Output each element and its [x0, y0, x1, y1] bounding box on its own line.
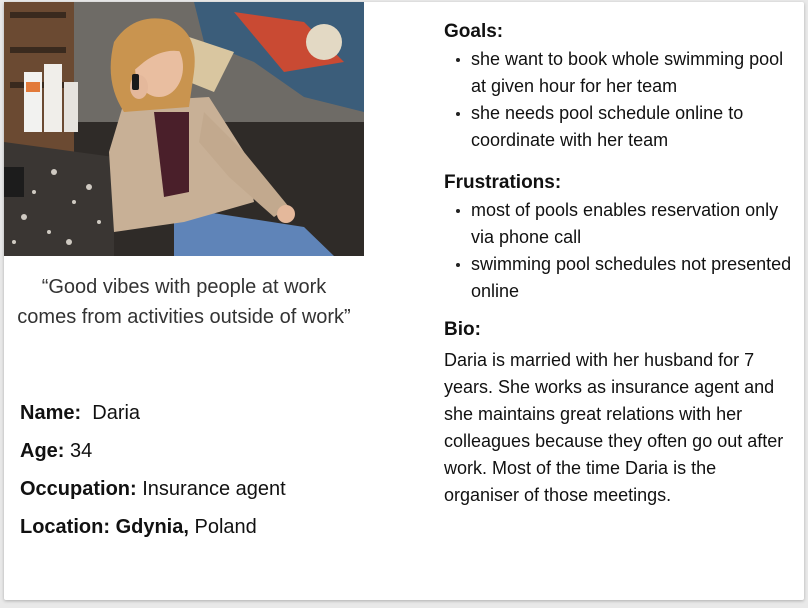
fact-value: 34 [70, 440, 93, 462]
persona-card: “Good vibes with people at work comes fr… [4, 2, 804, 600]
fact-occupation: Occupation: Insurance agent [20, 470, 286, 508]
goals-section: Goals: she want to book whole swimming p… [444, 18, 794, 154]
fact-label: Location: [20, 516, 110, 538]
fact-value: Poland [194, 516, 257, 538]
fact-label: Name: [20, 402, 82, 424]
goals-list: she want to book whole swimming pool at … [444, 46, 794, 154]
persona-details: Goals: she want to book whole swimming p… [444, 18, 794, 509]
list-item: she want to book whole swimming pool at … [444, 46, 794, 100]
persona-photo [4, 2, 364, 256]
fact-label: Occupation: [20, 478, 137, 500]
fact-value: Insurance agent [142, 478, 286, 500]
fact-city: Gdynia, [115, 516, 189, 538]
fact-age: Age: 34 [20, 432, 286, 470]
fact-value: Daria [92, 402, 141, 424]
fact-name: Name: Daria [20, 394, 286, 432]
section-title: Bio: [444, 319, 481, 340]
list-item: swimming pool schedules not presented on… [444, 251, 794, 305]
list-item: she needs pool schedule online to coordi… [444, 100, 794, 154]
frustrations-list: most of pools enables reservation only v… [444, 197, 794, 305]
frustrations-section: Frustrations: most of pools enables rese… [444, 169, 794, 305]
list-item: most of pools enables reservation only v… [444, 197, 794, 251]
section-title: Goals: [444, 21, 504, 42]
persona-facts: Name: Daria Age: 34 Occupation: Insuranc… [20, 394, 286, 546]
bio-section: Bio: Daria is married with her husband f… [444, 316, 794, 509]
bio-text: Daria is married with her husband for 7 … [444, 350, 784, 505]
section-title: Frustrations: [444, 172, 562, 193]
fact-label: Age: [20, 440, 65, 462]
fact-location: Location: Gdynia, Poland [20, 508, 286, 546]
photo-illustration [4, 2, 364, 256]
persona-quote: “Good vibes with people at work comes fr… [17, 276, 351, 328]
